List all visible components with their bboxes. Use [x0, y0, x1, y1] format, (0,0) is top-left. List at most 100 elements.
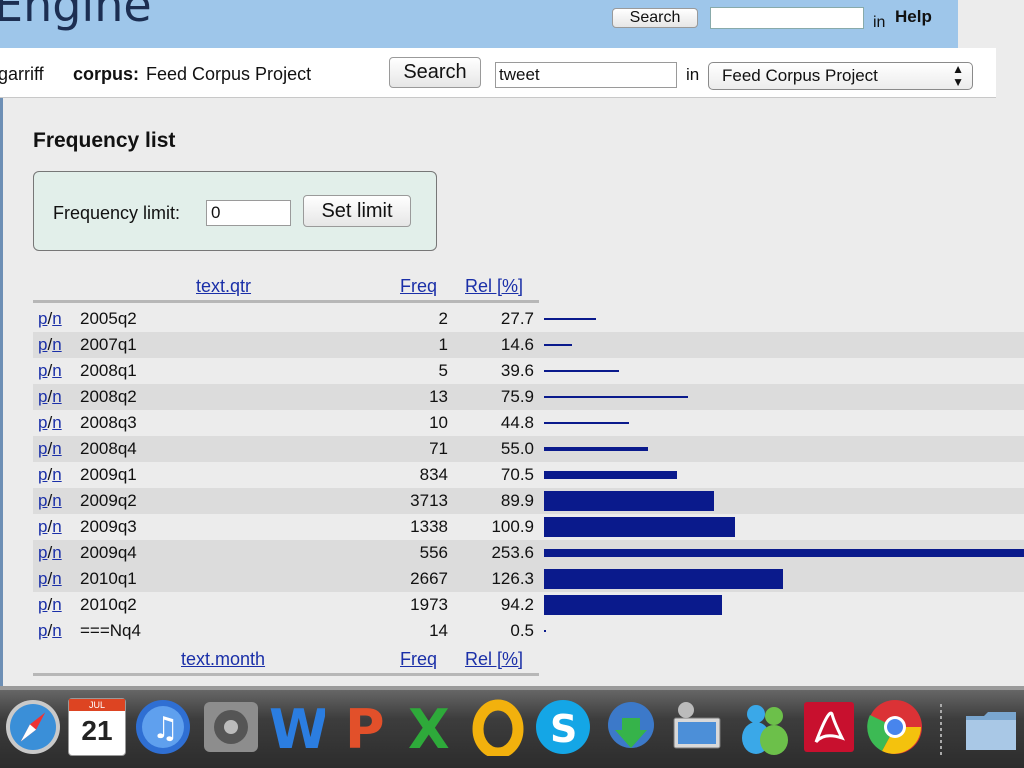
row-freq: 1338 [410, 517, 448, 536]
help-link[interactable]: Help [895, 7, 932, 27]
negative-link[interactable]: n [52, 413, 61, 432]
remote-desktop-icon[interactable] [668, 698, 726, 756]
column-header-freq[interactable]: Freq [400, 276, 437, 297]
pn-links: p/n [38, 595, 62, 615]
calendar-day: 21 [81, 715, 113, 746]
negative-link[interactable]: n [52, 387, 61, 406]
table-row: p/n 2005q2 2 27.7 [33, 306, 1024, 332]
row-freq: 71 [429, 439, 448, 458]
row-freq: 3713 [410, 491, 448, 510]
negative-link[interactable]: n [52, 543, 61, 562]
row-freq: 10 [429, 413, 448, 432]
frequency-limit-input[interactable]: 0 [206, 200, 291, 226]
corpus-search-button[interactable]: Search [389, 57, 481, 88]
powerpoint-icon[interactable]: P [337, 698, 395, 756]
header-in-label: in [873, 14, 886, 31]
pn-links: p/n [38, 491, 62, 511]
row-rel: 253.6 [491, 543, 534, 562]
header-search-button[interactable]: Search [612, 8, 698, 28]
row-category: 2007q1 [80, 335, 137, 354]
row-category: 2008q2 [80, 387, 137, 406]
freq-bar [544, 344, 572, 346]
excel-icon[interactable]: X [404, 698, 462, 756]
negative-link[interactable]: n [52, 361, 61, 380]
frequency-limit-label: Frequency limit: [53, 203, 181, 223]
pn-links: p/n [38, 387, 62, 407]
pn-links: p/n [38, 413, 62, 433]
table-row: p/n 2008q3 10 44.8 [33, 410, 1024, 436]
row-rel: 14.6 [500, 335, 534, 354]
row-rel: 39.6 [500, 361, 534, 380]
column-header-rel[interactable]: Rel [%] [465, 276, 523, 297]
freq-bar [544, 569, 783, 589]
row-category: 2009q3 [80, 517, 137, 536]
page-title: Frequency list [33, 129, 176, 152]
corpus-query-input[interactable]: tweet [495, 62, 677, 88]
pn-links: p/n [38, 517, 62, 537]
negative-link[interactable]: n [52, 439, 61, 458]
dock: JUL 21 ♫ W P X S [0, 686, 1024, 768]
table-row: p/n 2007q1 1 14.6 [33, 332, 1024, 358]
pn-links: p/n [38, 361, 62, 381]
freq-bar [544, 318, 596, 320]
row-category: 2008q4 [80, 439, 137, 458]
row-freq: 1973 [410, 595, 448, 614]
negative-link[interactable]: n [52, 517, 61, 536]
calendar-month: JUL [69, 699, 125, 711]
outlook-icon[interactable] [469, 698, 527, 756]
skype-icon[interactable]: S [534, 698, 592, 756]
negative-link[interactable]: n [52, 491, 61, 510]
row-freq: 1 [438, 335, 448, 354]
pn-links: p/n [38, 465, 62, 485]
negative-link[interactable]: n [52, 309, 61, 328]
negative-link[interactable]: n [52, 595, 61, 614]
row-rel: 75.9 [500, 387, 534, 406]
row-freq: 14 [429, 621, 448, 640]
set-limit-button[interactable]: Set limit [303, 195, 411, 227]
folder-icon[interactable] [962, 698, 1020, 756]
itunes-icon[interactable]: ♫ [134, 698, 192, 756]
downloader-icon[interactable] [602, 698, 660, 756]
row-rel: 94.2 [500, 595, 534, 614]
freq-bar [544, 595, 722, 615]
frequency-limit-panel: Frequency limit: 0 Set limit [33, 171, 437, 251]
chrome-icon[interactable] [866, 698, 924, 756]
column-header-text-qtr[interactable]: text.qtr [196, 276, 251, 297]
corpus-name: Feed Corpus Project [146, 64, 312, 84]
negative-link[interactable]: n [52, 335, 61, 354]
word-icon[interactable]: W [267, 698, 325, 756]
svg-text:P: P [345, 698, 385, 756]
header-search-input[interactable] [710, 7, 864, 29]
negative-link[interactable]: n [52, 621, 61, 640]
row-category: 2009q1 [80, 465, 137, 484]
column-header-rel-2[interactable]: Rel [%] [465, 649, 523, 670]
column-header-freq-2[interactable]: Freq [400, 649, 437, 670]
site-logo[interactable]: Engine [0, 0, 152, 32]
negative-link[interactable]: n [52, 569, 61, 588]
system-preferences-icon[interactable] [202, 698, 260, 756]
messenger-icon[interactable] [736, 698, 794, 756]
table-row: p/n ===Nq4 14 0.5 [33, 618, 1024, 644]
freq-bar [544, 517, 735, 537]
table-row: p/n 2009q1 834 70.5 [33, 462, 1024, 488]
left-border [0, 98, 3, 698]
dock-divider [940, 704, 942, 756]
negative-link[interactable]: n [52, 465, 61, 484]
row-category: 2005q2 [80, 309, 137, 328]
acrobat-icon[interactable] [800, 698, 858, 756]
row-category: 2009q2 [80, 491, 137, 510]
column-header-text-month[interactable]: text.month [181, 649, 265, 670]
pn-links: p/n [38, 335, 62, 355]
frequency-table: p/n 2005q2 2 27.7 p/n 2007q1 1 14.6 p/n 2008q1 5 39… [33, 306, 1024, 644]
freq-bar [544, 422, 629, 424]
calendar-icon[interactable]: JUL 21 [68, 698, 126, 756]
corpus-select[interactable]: Feed Corpus Project ▲ ▼ [708, 62, 973, 90]
safari-icon[interactable] [4, 698, 62, 756]
row-rel: 55.0 [500, 439, 534, 458]
svg-text:♫: ♫ [152, 711, 179, 746]
row-rel: 100.9 [491, 517, 534, 536]
table-row: p/n 2010q2 1973 94.2 [33, 592, 1024, 618]
row-category: 2009q4 [80, 543, 137, 562]
dock-shelf [0, 686, 1024, 690]
pn-links: p/n [38, 569, 62, 589]
